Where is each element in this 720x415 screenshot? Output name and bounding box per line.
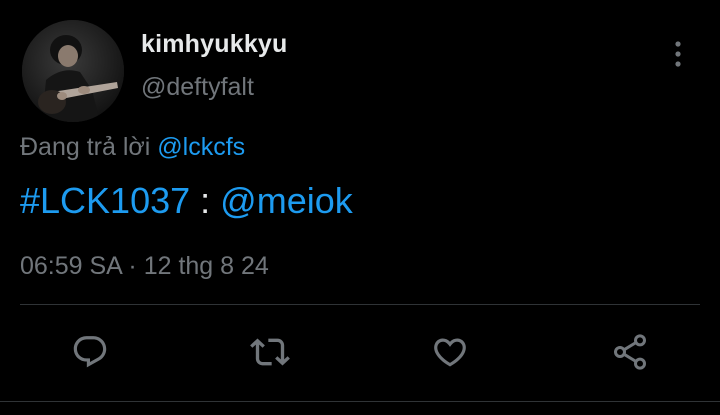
- tweet-text: #LCK1037 : @meiok: [20, 180, 353, 222]
- more-options-button[interactable]: [660, 36, 696, 72]
- reply-button[interactable]: [66, 328, 114, 376]
- avatar-photo: [22, 20, 124, 122]
- heart-icon: [434, 338, 466, 367]
- retweet-button[interactable]: [246, 328, 294, 376]
- action-bar: [0, 328, 720, 376]
- share-button[interactable]: [606, 328, 654, 376]
- display-name[interactable]: kimhyukkyu: [141, 30, 288, 59]
- divider: [20, 304, 700, 305]
- bottom-divider: [0, 401, 720, 402]
- like-button[interactable]: [426, 328, 474, 376]
- share-icon: [613, 334, 647, 370]
- timestamp[interactable]: 06:59 SA · 12 thg 8 24: [20, 252, 269, 281]
- reply-icon: [73, 336, 107, 368]
- reply-prefix: Đang trả lời: [20, 133, 158, 161]
- avatar[interactable]: [22, 20, 124, 122]
- retweet-icon: [250, 338, 290, 366]
- hashtag-link[interactable]: #LCK1037: [20, 180, 190, 221]
- tweet-separator: :: [190, 180, 221, 221]
- reply-context: Đang trả lời @lckcfs: [20, 133, 245, 162]
- reply-mention-link[interactable]: @lckcfs: [157, 133, 245, 161]
- handle[interactable]: @deftyfalt: [141, 73, 254, 102]
- mention-link[interactable]: @meiok: [220, 180, 353, 221]
- more-vertical-icon: [675, 41, 681, 67]
